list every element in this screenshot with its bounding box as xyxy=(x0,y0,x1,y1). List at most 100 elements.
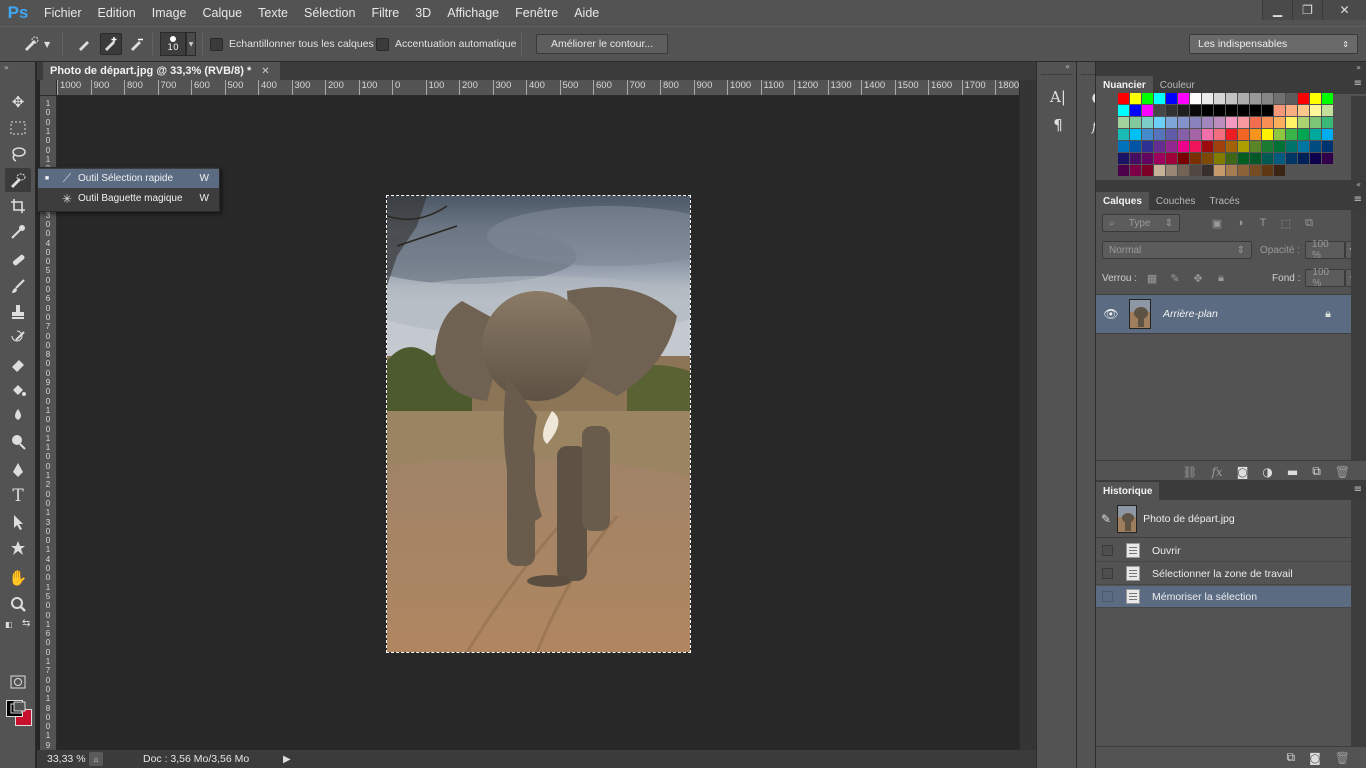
color-swatch[interactable] xyxy=(1202,117,1213,128)
menu-item[interactable]: Calque xyxy=(195,6,251,20)
close-window-button[interactable]: ✕ xyxy=(1322,0,1366,20)
sample-all-layers-option[interactable]: Echantillonner tous les calques xyxy=(210,27,374,61)
panel-menu-icon[interactable]: ≡ xyxy=(1354,78,1362,89)
color-swatch[interactable] xyxy=(1142,93,1153,104)
color-swatch[interactable] xyxy=(1214,117,1225,128)
brush-tool-icon[interactable] xyxy=(5,274,31,298)
history-state[interactable]: Ouvrir xyxy=(1096,540,1351,562)
color-swatch[interactable] xyxy=(1298,141,1309,152)
color-swatch[interactable] xyxy=(1166,153,1177,164)
color-swatch[interactable] xyxy=(1214,141,1225,152)
menu-item[interactable]: Image xyxy=(144,6,195,20)
color-swatch[interactable] xyxy=(1262,141,1273,152)
type-tool-icon[interactable]: T xyxy=(5,484,31,508)
color-swatch[interactable] xyxy=(1310,105,1321,116)
color-swatch[interactable] xyxy=(1118,165,1129,176)
menu-item[interactable]: Aide xyxy=(566,6,607,20)
menu-item[interactable]: Fenêtre xyxy=(507,6,566,20)
hand-tool-icon[interactable]: ✋ xyxy=(5,566,31,590)
menu-item[interactable]: Texte xyxy=(250,6,296,20)
lock-position-icon[interactable]: ✥ xyxy=(1191,271,1205,285)
color-swatch[interactable] xyxy=(1118,93,1129,104)
color-swatch[interactable] xyxy=(1226,129,1237,140)
color-swatch[interactable] xyxy=(1166,105,1177,116)
filter-type-icon[interactable]: T xyxy=(1256,216,1270,230)
crop-tool-icon[interactable] xyxy=(5,194,31,218)
color-swatch[interactable] xyxy=(1202,165,1213,176)
color-swatch[interactable] xyxy=(1190,117,1201,128)
healing-brush-tool-icon[interactable] xyxy=(5,248,31,272)
color-swatch[interactable] xyxy=(1322,117,1333,128)
menu-item[interactable]: Sélection xyxy=(296,6,363,20)
color-swatch[interactable] xyxy=(1286,105,1297,116)
blur-tool-icon[interactable] xyxy=(5,404,31,428)
color-swatch[interactable] xyxy=(1226,117,1237,128)
color-swatch[interactable] xyxy=(1166,165,1177,176)
color-swatch[interactable] xyxy=(1118,153,1129,164)
new-group-icon[interactable]: ▬ xyxy=(1287,465,1298,479)
history-snapshot[interactable]: ✎ Photo de départ.jpg xyxy=(1096,500,1351,538)
color-swatch[interactable] xyxy=(1142,129,1153,140)
color-swatch[interactable] xyxy=(1250,117,1261,128)
clone-stamp-tool-icon[interactable] xyxy=(5,300,31,324)
color-swatch[interactable] xyxy=(1166,129,1177,140)
color-swatch[interactable] xyxy=(1214,153,1225,164)
layer-row-background[interactable]: 👁︎ Arrière-plan 🔒︎ xyxy=(1096,294,1351,334)
opacity-field[interactable]: 100 % xyxy=(1305,239,1346,261)
menu-item[interactable]: 3D xyxy=(407,6,439,20)
color-swatch[interactable] xyxy=(1190,153,1201,164)
color-swatch[interactable] xyxy=(1250,141,1261,152)
character-panel-icon[interactable]: A| xyxy=(1047,86,1069,108)
horizontal-ruler[interactable]: 1000 900 800 700 600 500 400 300 200 100 0 100 200 30… xyxy=(57,80,1019,96)
color-swatch[interactable] xyxy=(1274,93,1285,104)
color-swatch[interactable] xyxy=(1142,117,1153,128)
path-selection-tool-icon[interactable] xyxy=(5,510,31,534)
color-swatch[interactable] xyxy=(1238,105,1249,116)
tab-layers[interactable]: Calques xyxy=(1096,192,1149,210)
delete-state-icon[interactable]: 🗑︎ xyxy=(1335,751,1350,765)
tab-channels[interactable]: Couches xyxy=(1149,192,1202,210)
color-swatch[interactable] xyxy=(1274,165,1285,176)
color-swatch[interactable] xyxy=(1154,117,1165,128)
color-swatch[interactable] xyxy=(1250,129,1261,140)
color-swatch[interactable] xyxy=(1262,153,1273,164)
new-document-from-state-icon[interactable]: ⧉ xyxy=(1287,750,1296,765)
collapse-panel-icon[interactable]: » xyxy=(1096,62,1366,74)
document-status-icon[interactable]: ⌂ xyxy=(89,752,103,766)
color-swatch[interactable] xyxy=(1166,141,1177,152)
color-swatch[interactable] xyxy=(1286,141,1297,152)
color-swatch[interactable] xyxy=(1178,141,1189,152)
color-swatch[interactable] xyxy=(1202,105,1213,116)
link-layers-icon[interactable]: ⛓ xyxy=(1182,465,1197,479)
color-swatch[interactable] xyxy=(1226,153,1237,164)
color-swatch[interactable] xyxy=(1118,117,1129,128)
ruler-origin[interactable] xyxy=(40,80,57,96)
color-swatch[interactable] xyxy=(1322,93,1333,104)
tool-preset-picker[interactable]: ▼ xyxy=(20,27,50,61)
subtract-from-selection-icon[interactable] xyxy=(126,33,148,55)
tab-paths[interactable]: Tracés xyxy=(1202,192,1246,210)
color-swatch[interactable] xyxy=(1274,129,1285,140)
tab-swatches[interactable]: Nuancier xyxy=(1096,76,1153,94)
status-menu-arrow-icon[interactable]: ▶ xyxy=(283,754,291,765)
history-state-selected[interactable]: Mémoriser la sélection xyxy=(1096,586,1351,608)
expand-dock-icon[interactable]: « xyxy=(1037,62,1076,72)
lock-image-pixels-icon[interactable]: ✎ xyxy=(1168,271,1182,285)
color-swatch[interactable] xyxy=(1214,93,1225,104)
tab-history[interactable]: Historique xyxy=(1096,482,1160,500)
color-swatch[interactable] xyxy=(1226,105,1237,116)
menu-item[interactable]: Fichier xyxy=(36,6,90,20)
color-swatch[interactable] xyxy=(1238,93,1249,104)
layer-style-icon[interactable]: fx xyxy=(1211,465,1222,479)
color-swatch[interactable] xyxy=(1178,129,1189,140)
history-source-checkbox[interactable] xyxy=(1102,568,1113,579)
color-swatch[interactable] xyxy=(1202,153,1213,164)
sample-all-layers-checkbox[interactable] xyxy=(210,37,223,51)
color-swatch[interactable] xyxy=(1130,153,1141,164)
collapse-panel-icon[interactable]: « xyxy=(1096,180,1366,190)
color-swatch[interactable] xyxy=(1154,165,1165,176)
new-adjustment-layer-icon[interactable]: ◑ xyxy=(1262,465,1272,479)
swatches-scrollbar[interactable] xyxy=(1351,96,1366,186)
color-swatch[interactable] xyxy=(1190,105,1201,116)
close-document-icon[interactable]: ✕ xyxy=(261,66,269,77)
